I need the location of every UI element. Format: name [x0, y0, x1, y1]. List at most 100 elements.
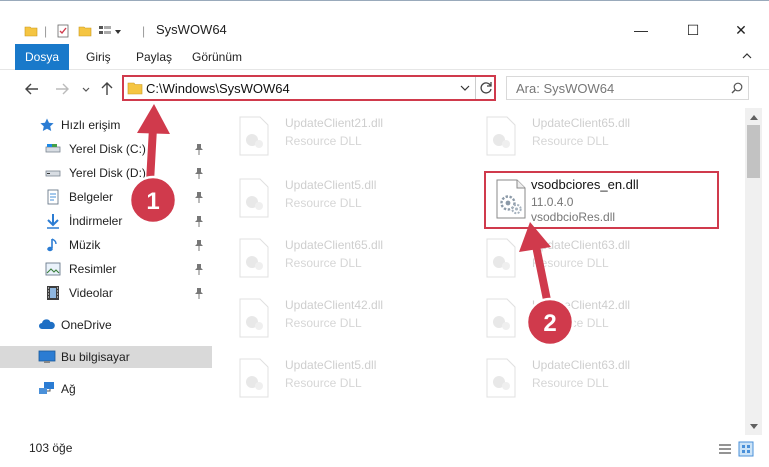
file-type: Resource DLL — [285, 376, 362, 390]
documents-icon — [45, 189, 61, 205]
large-icons-view-icon[interactable] — [738, 441, 754, 457]
dll-file-icon — [484, 116, 518, 156]
recent-locations-icon[interactable] — [76, 79, 96, 99]
list-item[interactable]: UpdateClient42.dll Resource DLL — [474, 292, 674, 346]
file-name: UpdateClient21.dll — [285, 116, 384, 130]
ribbon-tabs: Dosya Giriş Paylaş Görünüm — [0, 44, 769, 70]
address-bar[interactable]: C:\Windows\SysWOW64 — [122, 75, 496, 101]
search-icon[interactable] — [731, 82, 743, 94]
search-input[interactable]: Ara: SysWOW64 — [516, 81, 614, 96]
toolbar-separator: | — [142, 24, 146, 38]
scroll-down-icon[interactable] — [745, 418, 762, 435]
dll-file-icon — [484, 238, 518, 278]
list-item[interactable]: UpdateClient63.dll Resource DLL — [474, 232, 674, 286]
sidebar-item-label: Belgeler — [69, 190, 114, 204]
file-name: UpdateClient65.dll — [285, 238, 384, 252]
list-item[interactable]: UpdateClient65.dll Resource DLL — [227, 232, 427, 286]
sidebar-item-label: Resimler — [69, 262, 117, 276]
new-folder-icon[interactable] — [78, 22, 92, 40]
list-item[interactable]: UpdateClient5.dll Resource DLL — [227, 352, 427, 406]
highlighted-file-item[interactable]: vsodbciores_en.dll 11.0.4.0 vsodbcioRes.… — [484, 171, 719, 229]
title-bar: | | SysWOW64 — ☐ ✕ — [0, 0, 769, 40]
network-icon — [38, 381, 54, 397]
scroll-up-icon[interactable] — [745, 108, 762, 125]
sidebar-item-onedrive[interactable]: OneDrive — [0, 314, 212, 336]
tab-file[interactable]: Dosya — [15, 44, 69, 70]
maximize-button[interactable]: ☐ — [670, 15, 716, 45]
forward-arrow-icon[interactable] — [52, 79, 72, 99]
dll-file-icon — [484, 298, 518, 338]
navigation-pane: Hızlı erişim Yerel Disk (C:) Yerel Disk … — [0, 108, 212, 435]
sidebar-item-videos[interactable]: Videolar — [0, 282, 212, 304]
file-type: Resource DLL — [285, 196, 362, 210]
sidebar-item-quick-access[interactable]: Hızlı erişim — [0, 114, 212, 136]
file-type: Resource DLL — [532, 134, 609, 148]
address-separator — [475, 77, 476, 99]
pin-icon[interactable] — [194, 167, 204, 179]
pin-icon[interactable] — [194, 263, 204, 275]
dll-file-icon — [237, 116, 271, 156]
file-name: UpdateClient42.dll — [285, 298, 384, 312]
sidebar-item-this-pc[interactable]: Bu bilgisayar — [0, 346, 212, 368]
file-type: Resource DLL — [532, 316, 609, 330]
tab-view[interactable]: Görünüm — [192, 44, 242, 70]
sidebar-item-music[interactable]: Müzik — [0, 234, 212, 256]
list-item[interactable]: UpdateClient5.dll Resource DLL — [227, 172, 427, 226]
sidebar-item-network[interactable]: Ağ — [0, 378, 212, 400]
tab-home[interactable]: Giriş — [86, 44, 111, 70]
status-bar: 103 öğe — [0, 435, 769, 467]
customize-toolbar-icon[interactable] — [98, 22, 122, 40]
sidebar-item-label: Bu bilgisayar — [61, 350, 130, 364]
list-item[interactable]: UpdateClient63.dll Resource DLL — [474, 352, 674, 406]
vertical-scrollbar[interactable] — [745, 108, 762, 435]
back-arrow-icon[interactable] — [22, 79, 42, 99]
sidebar-item-downloads[interactable]: İndirmeler — [0, 210, 212, 232]
address-path[interactable]: C:\Windows\SysWOW64 — [146, 81, 290, 96]
dll-file-icon — [484, 358, 518, 398]
sidebar-item-pictures[interactable]: Resimler — [0, 258, 212, 280]
file-name: UpdateClient5.dll — [285, 178, 377, 192]
properties-icon[interactable] — [56, 22, 70, 40]
up-arrow-icon[interactable] — [97, 79, 117, 99]
minimize-button[interactable]: — — [618, 15, 664, 45]
folder-icon — [24, 22, 38, 40]
tab-share[interactable]: Paylaş — [136, 44, 172, 70]
drive-icon — [45, 165, 61, 181]
pin-icon[interactable] — [194, 215, 204, 227]
pin-icon[interactable] — [194, 287, 204, 299]
details-view-icon[interactable] — [717, 441, 733, 457]
list-item[interactable]: UpdateClient65.dll Resource DLL — [474, 110, 674, 164]
sidebar-item-label: Hızlı erişim — [61, 118, 121, 132]
list-item[interactable]: UpdateClient42.dll Resource DLL — [227, 292, 427, 346]
sidebar-item-local-disk-d[interactable]: Yerel Disk (D:) — [0, 162, 212, 184]
cloud-icon — [38, 317, 55, 333]
dll-file-icon — [237, 238, 271, 278]
file-name: UpdateClient5.dll — [285, 358, 377, 372]
sidebar-item-label: Yerel Disk (C:) — [69, 142, 146, 156]
chevron-down-icon[interactable] — [458, 81, 472, 95]
sidebar-item-label: İndirmeler — [69, 214, 123, 228]
list-item[interactable]: UpdateClient21.dll Resource DLL — [227, 110, 427, 164]
pin-icon[interactable] — [194, 143, 204, 155]
refresh-icon[interactable] — [478, 80, 494, 96]
sidebar-item-label: Videolar — [69, 286, 113, 300]
sidebar-item-local-disk-c[interactable]: Yerel Disk (C:) — [0, 138, 212, 160]
search-box[interactable]: Ara: SysWOW64 — [506, 76, 749, 100]
sidebar-item-label: Ağ — [61, 382, 76, 396]
drive-icon — [45, 141, 61, 157]
pin-icon[interactable] — [194, 239, 204, 251]
file-type: Resource DLL — [285, 256, 362, 270]
sidebar-item-label: OneDrive — [61, 318, 112, 332]
expand-ribbon-icon[interactable] — [740, 49, 754, 63]
sidebar-item-documents[interactable]: Belgeler — [0, 186, 212, 208]
item-count: 103 öğe — [29, 441, 73, 455]
pin-icon[interactable] — [194, 191, 204, 203]
close-button[interactable]: ✕ — [718, 15, 764, 45]
file-type: Resource DLL — [532, 376, 609, 390]
sidebar-item-label: Müzik — [69, 238, 101, 252]
pictures-icon — [45, 261, 61, 277]
computer-icon — [38, 349, 56, 365]
sidebar-item-label: Yerel Disk (D:) — [69, 166, 146, 180]
dll-file-icon — [237, 298, 271, 338]
scrollbar-thumb[interactable] — [747, 125, 760, 178]
